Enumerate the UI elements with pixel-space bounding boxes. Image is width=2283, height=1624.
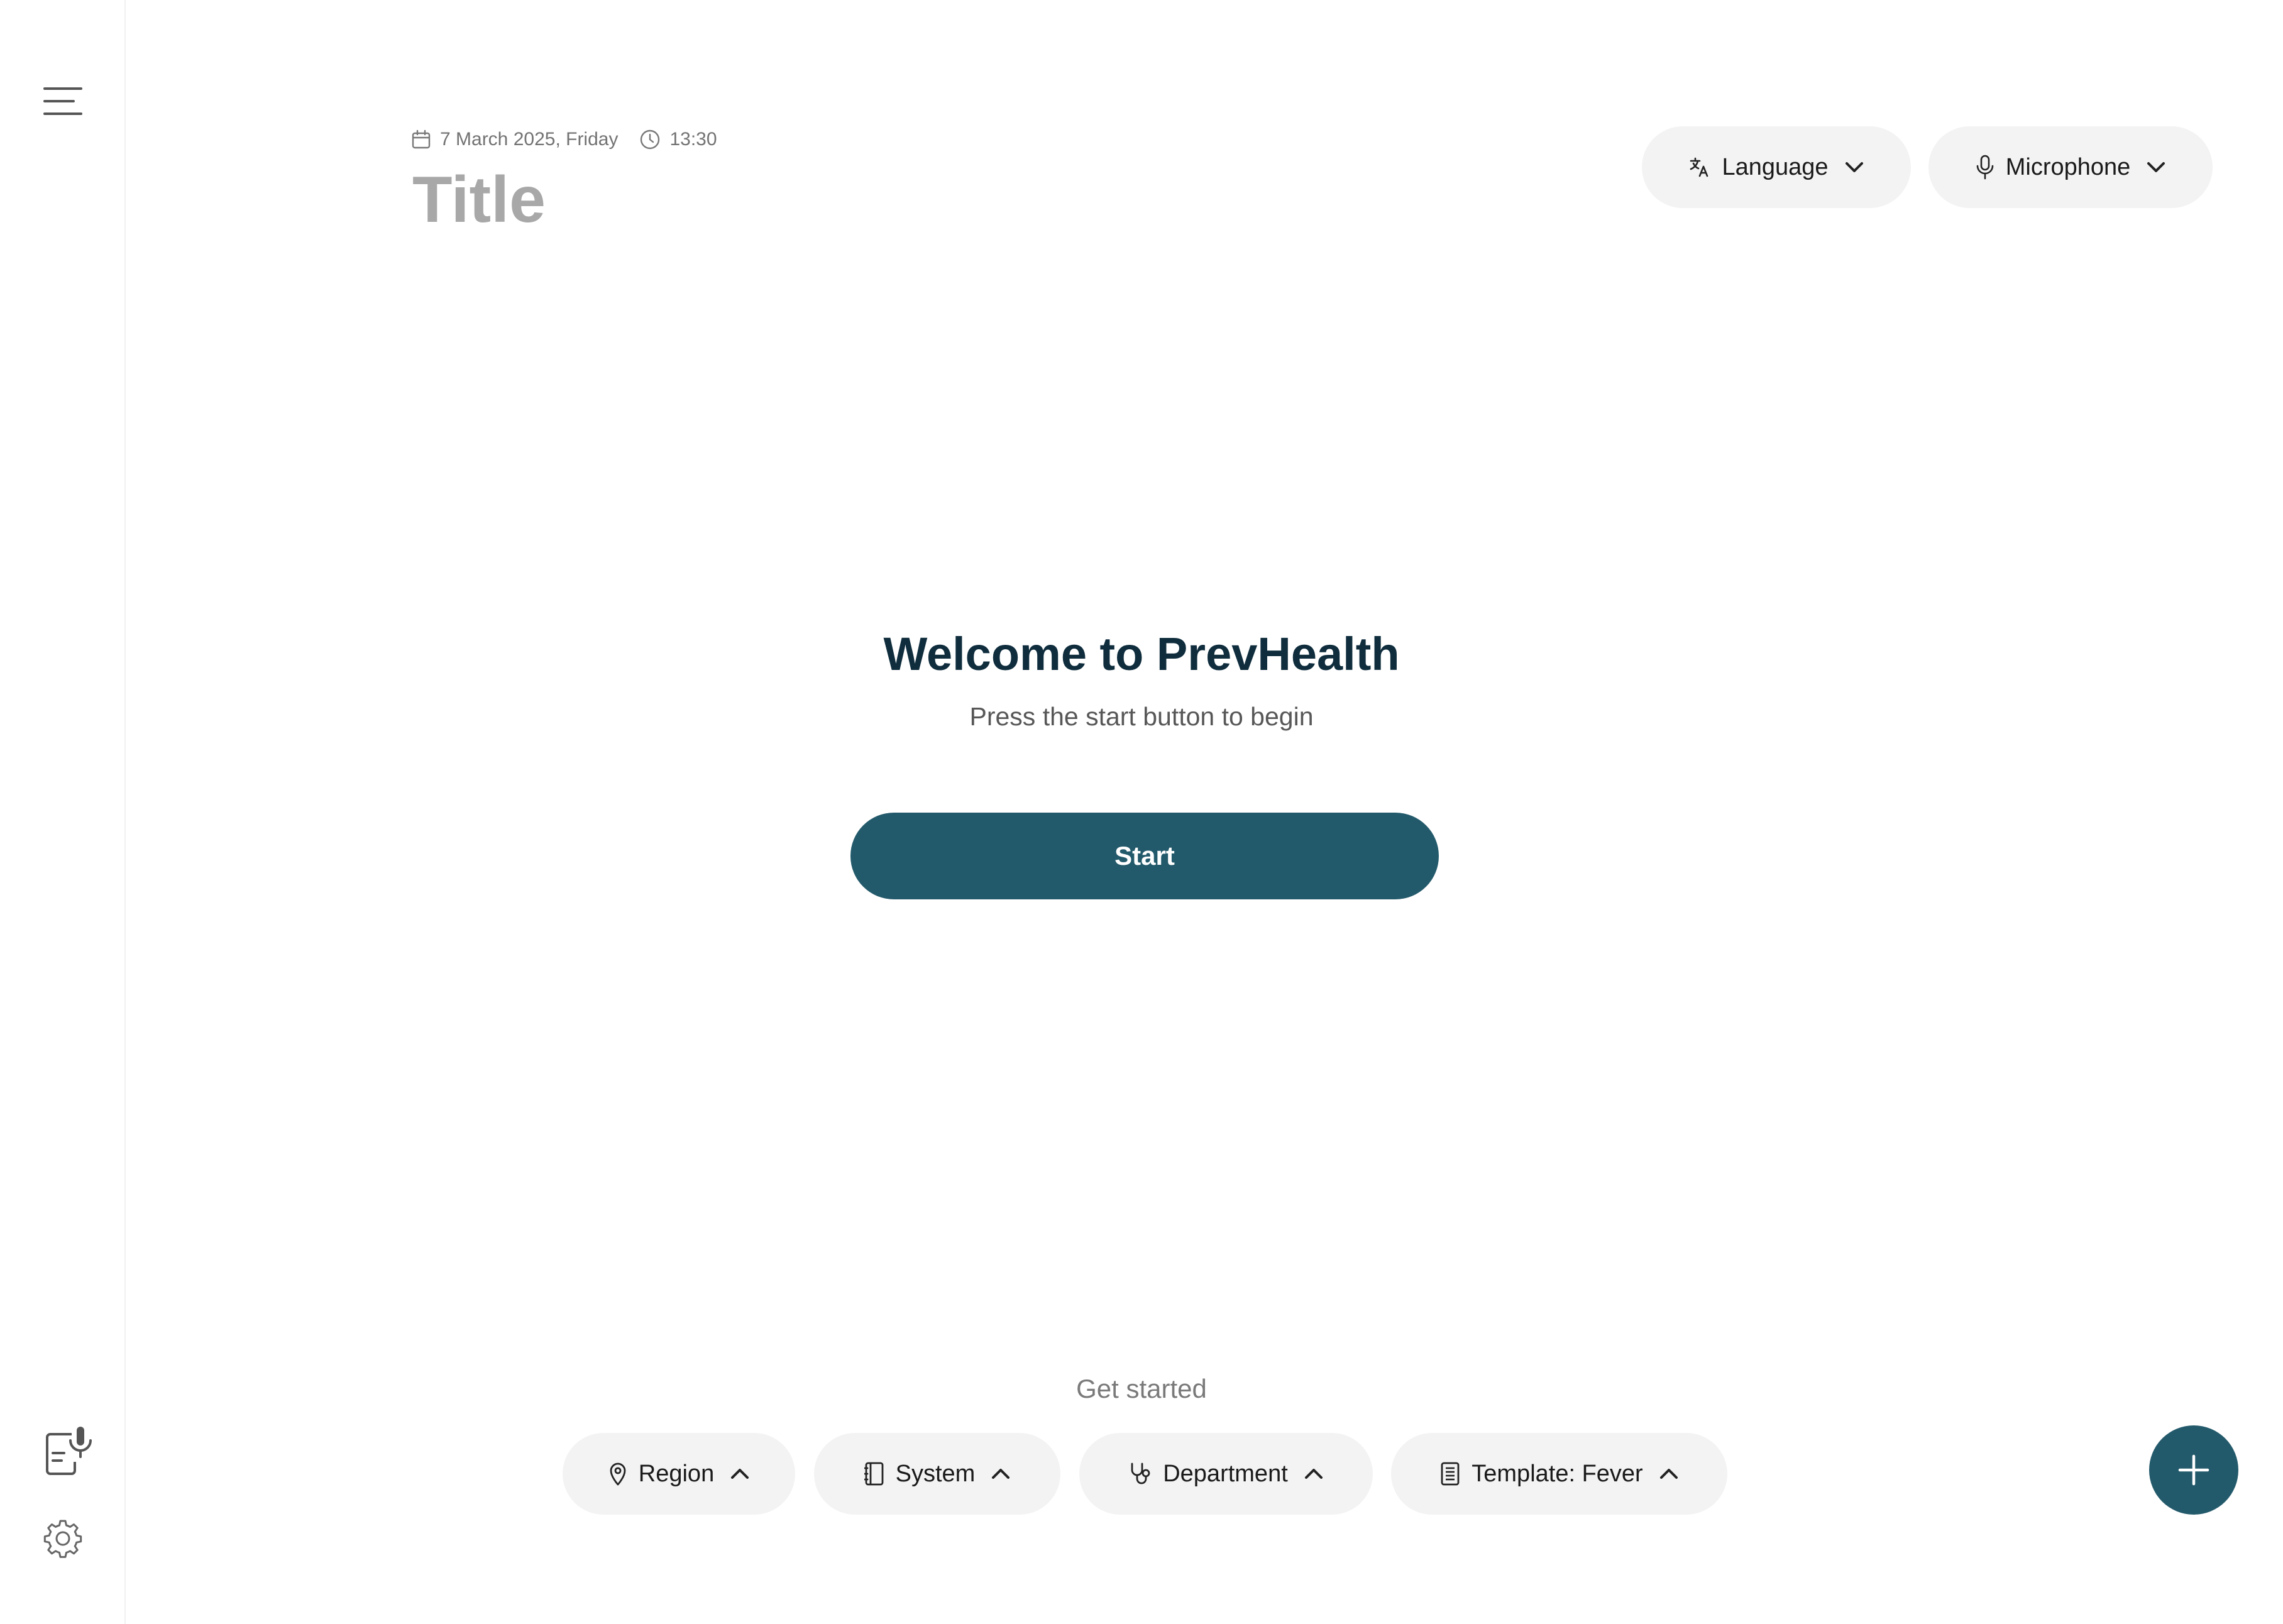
page-title[interactable]: Title (412, 162, 546, 238)
chevron-up-icon (1659, 1469, 1678, 1479)
dictation-button[interactable] (38, 1420, 98, 1481)
get-started-label: Get started (1076, 1374, 1207, 1403)
chevron-up-icon (992, 1469, 1010, 1479)
welcome-heading: Welcome to PrevHealth (883, 628, 1400, 680)
system-selector[interactable]: System (814, 1433, 1060, 1515)
session-date-text: 7 March 2025, Friday (440, 129, 619, 150)
session-time: 13:30 (639, 129, 717, 150)
microphone-icon (1976, 155, 1994, 180)
welcome-subtitle: Press the start button to begin (969, 702, 1314, 731)
microphone-label: Microphone (2005, 153, 2131, 180)
hamburger-menu-icon (43, 87, 82, 115)
template-label: Template: Fever (1472, 1460, 1643, 1487)
start-button[interactable]: Start (850, 813, 1439, 899)
menu-button[interactable] (38, 82, 88, 121)
chevron-down-icon (2147, 162, 2165, 172)
region-label: Region (638, 1460, 715, 1487)
stethoscope-icon (1131, 1462, 1150, 1484)
calendar-icon (412, 129, 431, 149)
translate-icon (1690, 157, 1708, 177)
language-dropdown[interactable]: Language (1642, 126, 1911, 208)
department-selector[interactable]: Department (1079, 1433, 1373, 1515)
session-time-text: 13:30 (669, 129, 717, 150)
chevron-down-icon (1845, 162, 1863, 172)
department-label: Department (1163, 1460, 1288, 1487)
session-date: 7 March 2025, Friday (411, 129, 618, 150)
document-icon (1441, 1462, 1460, 1486)
system-label: System (895, 1460, 976, 1487)
add-button[interactable] (2149, 1425, 2238, 1515)
gear-icon (43, 1520, 82, 1558)
plus-icon (2178, 1454, 2209, 1486)
map-pin-icon (610, 1462, 626, 1486)
clock-icon (641, 129, 660, 150)
region-selector[interactable]: Region (563, 1433, 795, 1515)
chevron-up-icon (731, 1469, 749, 1479)
language-label: Language (1722, 153, 1829, 180)
microphone-dropdown[interactable]: Microphone (1928, 126, 2213, 208)
chevron-up-icon (1304, 1469, 1323, 1479)
notebook-icon (864, 1462, 884, 1486)
settings-button[interactable] (38, 1513, 88, 1564)
session-meta: 7 March 2025, Friday 13:30 (411, 127, 717, 152)
document-microphone-icon (46, 1427, 92, 1475)
template-selector[interactable]: Template: Fever (1391, 1433, 1727, 1515)
